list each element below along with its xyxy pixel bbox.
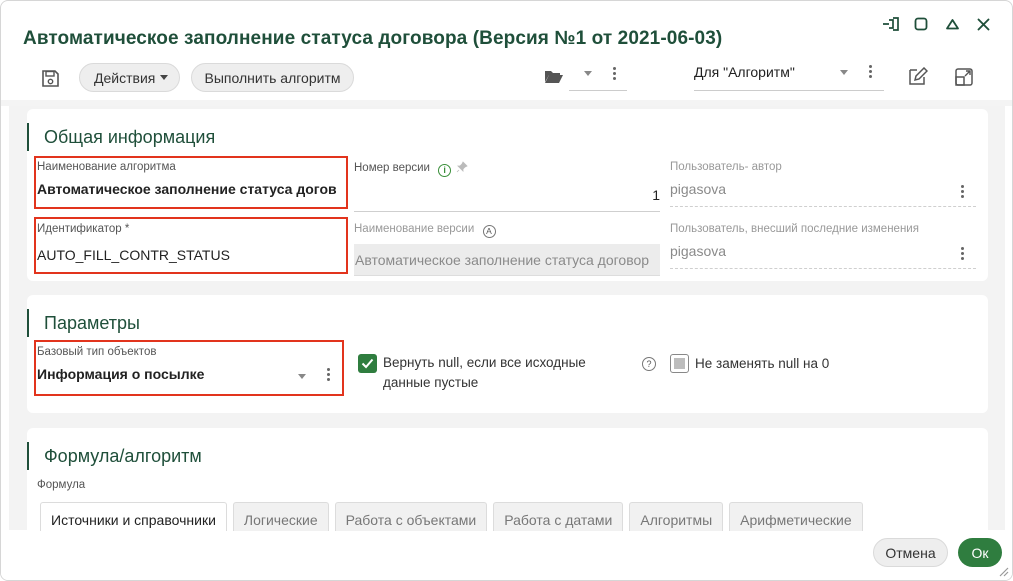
highlight-box [34,340,344,396]
formula-card: Формула/алгоритм Формула Источники и спр… [27,428,988,538]
highlight-box [34,156,348,209]
save-icon[interactable] [39,67,61,89]
general-info-card: Общая информация Наименование алгоритма … [27,109,988,281]
highlight-box [34,217,348,274]
parameters-title: Параметры [27,309,140,337]
dialog-footer: Отмена Ок [1,531,1012,580]
general-info-title: Общая информация [27,123,215,151]
author-value: pigasova [670,181,976,207]
maximize-icon[interactable] [912,15,930,33]
folder-open-icon[interactable] [544,68,564,89]
no-replace-null-checkbox[interactable] [670,354,689,373]
version-name-label: Наименование версии [354,223,475,235]
parameters-card: Параметры Базовый тип объектов Информаци… [27,295,988,413]
auto-icon: A [482,224,496,238]
return-null-field[interactable]: Вернуть null, если все исходные данные п… [358,354,628,393]
pin-icon[interactable] [456,161,469,173]
actions-label: Действия [94,69,156,86]
formula-sublabel: Формула [37,479,86,491]
toolbar: Действия Выполнить алгоритм Для "Алгорит… [1,59,1012,99]
version-number-field[interactable]: Номер версии i 1 [354,161,660,212]
version-number-label: Номер версии [354,162,430,174]
more-options-icon[interactable] [958,185,966,198]
view-select-value: Для "Алгоритм" [694,64,795,80]
author-label: Пользователь- автор [670,161,782,173]
window-controls [881,15,992,33]
expand-icon[interactable] [954,67,974,92]
run-algorithm-button[interactable]: Выполнить алгоритм [191,63,354,92]
dialog-title: Автоматическое заполнение статуса догово… [23,28,723,49]
dock-icon[interactable] [881,15,899,33]
chevron-down-icon [840,70,848,75]
version-name-field: Наименование версии A Автоматическое зап… [354,223,660,276]
algorithm-dialog: Автоматическое заполнение статуса догово… [0,0,1013,581]
chevron-down-icon [584,71,592,76]
last-editor-label: Пользователь, внесший последние изменени… [670,223,919,235]
more-options-icon[interactable] [866,65,874,78]
return-null-checkbox[interactable] [358,354,377,373]
cancel-button[interactable]: Отмена [873,538,948,567]
edit-icon[interactable] [907,66,929,92]
author-field: Пользователь- автор pigasova [670,161,976,207]
help-icon[interactable]: ? [642,357,656,371]
more-options-icon[interactable] [610,67,618,80]
return-null-label-line2: данные пустые [383,375,479,390]
ok-button[interactable]: Ок [958,538,1002,567]
last-editor-field: Пользователь, внесший последние изменени… [670,223,976,269]
folder-select[interactable] [569,67,627,91]
view-select[interactable]: Для "Алгоритм" [694,63,884,91]
chevron-down-icon [160,75,169,80]
last-editor-value: pigasova [670,243,976,269]
actions-button[interactable]: Действия [79,63,180,92]
collapse-icon[interactable] [943,15,961,33]
no-replace-null-label: Не заменять null на 0 [695,356,830,371]
resize-handle-icon[interactable] [997,565,1009,577]
form-content[interactable]: Общая информация Наименование алгоритма … [9,106,1005,538]
version-number-input[interactable]: 1 [354,187,660,212]
formula-title: Формула/алгоритм [27,442,202,470]
no-replace-null-field[interactable]: Не заменять null на 0 [670,354,920,373]
info-icon[interactable]: i [438,163,452,177]
more-options-icon[interactable] [958,247,966,260]
version-name-input: Автоматическое заполнение статуса догово… [354,243,660,276]
return-null-label-line1: Вернуть null, если все исходные [383,355,586,370]
close-icon[interactable] [974,15,992,33]
